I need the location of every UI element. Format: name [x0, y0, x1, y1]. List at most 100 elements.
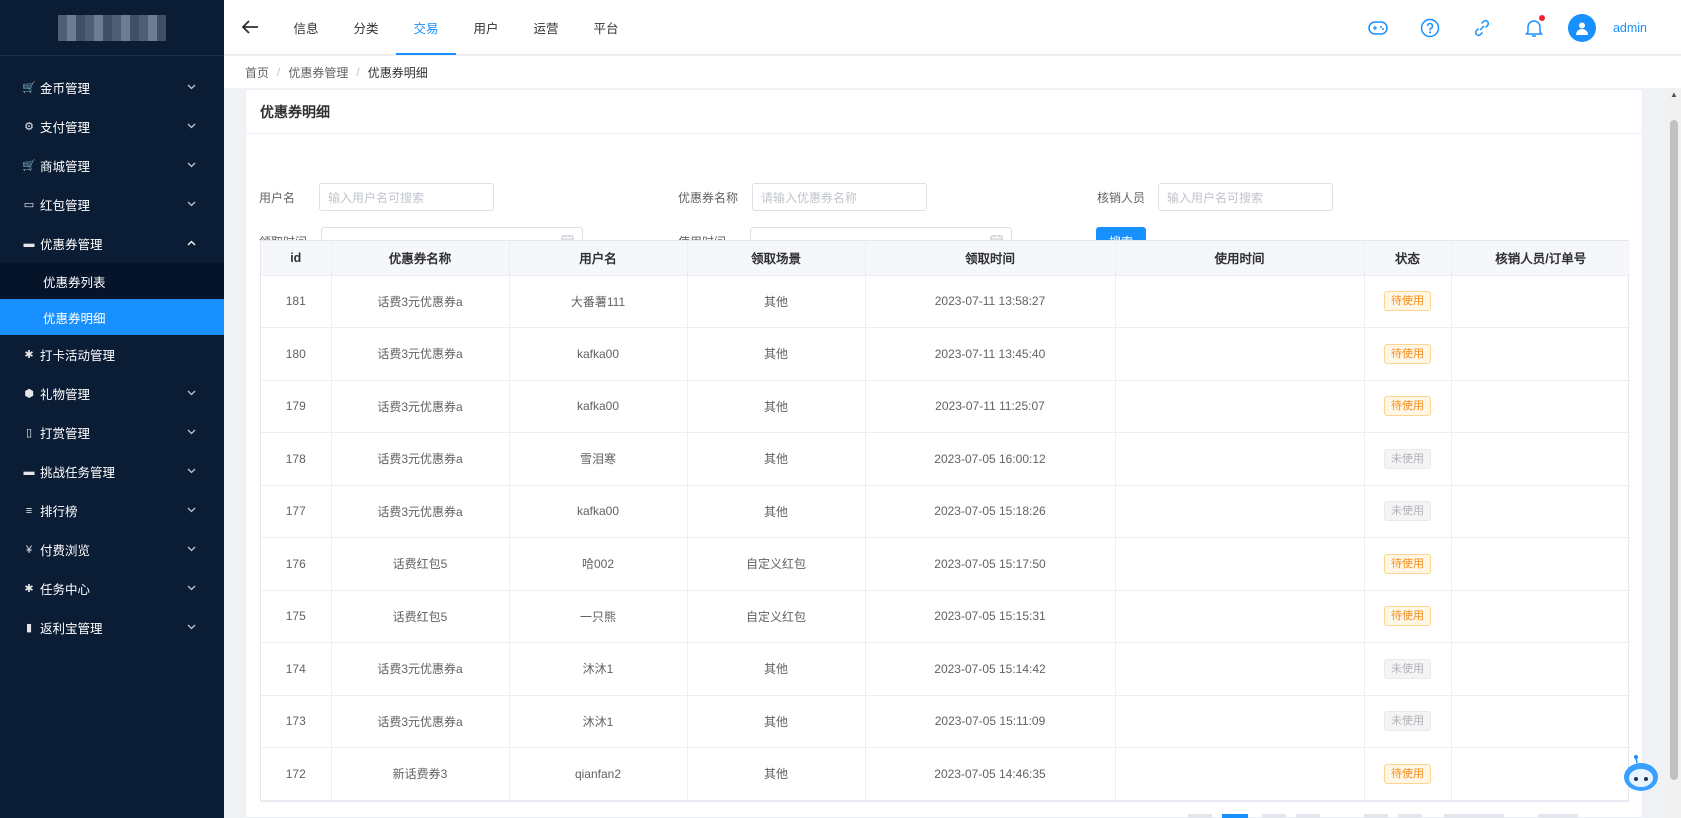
status-badge: 待使用	[1384, 291, 1431, 312]
status-badge: 待使用	[1384, 396, 1431, 417]
table-row[interactable]: 175 话费红包5 一只熊 自定义红包 2023-07-05 15:15:31 待使用	[261, 590, 1630, 643]
scrollbar-thumb[interactable]	[1670, 120, 1678, 780]
top-nav-tabs: 信息 分类 交易 用户 运营 平台	[276, 0, 636, 55]
cell-use-time	[1115, 432, 1365, 486]
tab-1[interactable]: 分类	[336, 0, 396, 55]
status-badge: 待使用	[1384, 553, 1431, 574]
table-row[interactable]: 172 新话费券3 qianfan2 其他 2023-07-05 14:46:35 待使用	[261, 747, 1630, 801]
breadcrumb-coupon-management[interactable]: 优惠券管理	[288, 64, 348, 81]
pagination-item[interactable]	[1188, 814, 1212, 818]
cell-id: 175	[261, 590, 332, 643]
username-placeholder: 输入用户名可搜索	[328, 190, 425, 205]
table-body: 181 话费3元优惠券a 大番薯111 其他 2023-07-11 13:58:27 待使…	[261, 275, 1630, 801]
chevron-down-icon	[187, 199, 196, 210]
breadcrumb-separator: /	[277, 65, 281, 79]
bell-icon[interactable]	[1508, 14, 1560, 38]
coupon-name-input[interactable]: 请输入优惠券名称	[752, 183, 927, 211]
pagination-item-active[interactable]	[1222, 814, 1248, 818]
robot-assistant-icon[interactable]	[1620, 753, 1662, 795]
cell-user: 沐沐1	[509, 695, 688, 748]
status-badge: 待使用	[1384, 606, 1431, 627]
cell-claim-time: 2023-07-11 11:25:07	[865, 380, 1116, 433]
asterisk-icon: ✱	[24, 349, 34, 361]
cart-icon: 🛒	[22, 160, 36, 172]
tab-0[interactable]: 信息	[276, 0, 336, 55]
table-row[interactable]: 174 话费3元优惠券a 沐沐1 其他 2023-07-05 15:14:42 未使用	[261, 642, 1630, 696]
table-row[interactable]: 176 话费红包5 哈002 自定义红包 2023-07-05 15:17:50 待使用	[261, 537, 1630, 591]
sidebar-item-b3[interactable]: ▬ 挑战任务管理	[0, 452, 224, 491]
chevron-down-icon	[187, 466, 196, 477]
breadcrumb-current: 优惠券明细	[367, 65, 428, 80]
sidebar-subitem-1[interactable]: 优惠券明细	[0, 299, 224, 335]
pagination-item[interactable]	[1364, 814, 1388, 818]
cell-claim-time: 2023-07-11 13:45:40	[865, 327, 1116, 381]
cell-user: kafka00	[509, 380, 688, 433]
breadcrumb-home[interactable]: 首页	[245, 64, 269, 81]
column-header: 使用时间	[1115, 241, 1365, 276]
sidebar-item-b0[interactable]: ✱ 打卡活动管理	[0, 335, 224, 374]
column-header: 领取场景	[687, 241, 866, 276]
page-scrollbar[interactable]: ▲	[1667, 88, 1681, 818]
cell-id: 172	[261, 747, 332, 801]
sidebar-item-a1[interactable]: ⚙ 支付管理	[0, 107, 224, 146]
cell-id: 173	[261, 695, 332, 748]
cell-status: 待使用	[1364, 380, 1452, 433]
sidebar-item-b6[interactable]: ✱ 任务中心	[0, 569, 224, 608]
status-badge: 未使用	[1384, 501, 1431, 522]
cell-scene: 其他	[687, 380, 866, 433]
tab-4[interactable]: 运营	[516, 0, 576, 55]
cell-use-time	[1115, 642, 1365, 696]
gamepad-icon[interactable]	[1352, 20, 1404, 35]
cell-claim-time: 2023-07-05 15:17:50	[865, 537, 1116, 591]
cell-verifier	[1451, 642, 1630, 696]
scroll-up-arrow[interactable]: ▲	[1667, 88, 1681, 102]
column-header: id	[261, 241, 332, 276]
pagination-item[interactable]	[1538, 814, 1578, 818]
cell-status: 未使用	[1364, 642, 1452, 696]
table-row[interactable]: 179 话费3元优惠券a kafka00 其他 2023-07-11 11:25:07 待…	[261, 380, 1630, 433]
help-icon[interactable]	[1404, 18, 1456, 38]
sidebar-item-b1[interactable]: ⬢ 礼物管理	[0, 374, 224, 413]
user-name[interactable]: admin	[1613, 21, 1647, 35]
sidebar-item-b7[interactable]: ▮ 返利宝管理	[0, 608, 224, 647]
verifier-input[interactable]: 输入用户名可搜索	[1158, 183, 1333, 211]
table-row[interactable]: 180 话费3元优惠券a kafka00 其他 2023-07-11 13:45:40 待…	[261, 327, 1630, 381]
sidebar-item-b5[interactable]: ¥ 付费浏览	[0, 530, 224, 569]
logo	[0, 0, 224, 56]
table-row[interactable]: 173 话费3元优惠券a 沐沐1 其他 2023-07-05 15:11:09 未使用	[261, 695, 1630, 748]
sidebar-item-a4[interactable]: ▬ 优惠券管理	[0, 224, 224, 263]
sidebar-item-a0[interactable]: 🛒 金币管理	[0, 68, 224, 107]
pagination-item[interactable]	[1262, 814, 1286, 818]
cell-user: 哈002	[509, 537, 688, 591]
tab-5[interactable]: 平台	[576, 0, 636, 55]
sidebar-item-label: 任务中心	[40, 583, 91, 597]
pagination-item[interactable]	[1444, 814, 1504, 818]
sidebar-item-a3[interactable]: ▭ 红包管理	[0, 185, 224, 224]
sidebar-item-b2[interactable]: ▯ 打赏管理	[0, 413, 224, 452]
link-icon[interactable]	[1456, 18, 1508, 38]
tab-3[interactable]: 用户	[456, 0, 516, 55]
gift-icon: ▭	[23, 199, 35, 211]
sidebar-item-a2[interactable]: 🛒 商城管理	[0, 146, 224, 185]
avatar[interactable]	[1567, 13, 1596, 42]
top-right-tools: admin	[1352, 0, 1647, 55]
yen-icon: ¥	[25, 543, 33, 556]
pagination-item[interactable]	[1296, 814, 1320, 818]
sidebar-item-b4[interactable]: ≡ 排行榜	[0, 491, 224, 530]
pagination-item[interactable]	[1398, 814, 1422, 818]
back-arrow-icon[interactable]	[224, 0, 276, 55]
cell-scene: 其他	[687, 432, 866, 486]
username-input[interactable]: 输入用户名可搜索	[319, 183, 494, 211]
table-row[interactable]: 177 话费3元优惠券a kafka00 其他 2023-07-05 15:18:26 未…	[261, 485, 1630, 538]
sidebar-subitem-0[interactable]: 优惠券列表	[0, 263, 224, 299]
cell-scene: 其他	[687, 642, 866, 696]
cell-user: 沐沐1	[509, 642, 688, 696]
cell-id: 174	[261, 642, 332, 696]
cell-scene: 其他	[687, 695, 866, 748]
tab-2[interactable]: 交易	[396, 0, 456, 55]
cell-user: kafka00	[509, 485, 688, 538]
table-row[interactable]: 178 话费3元优惠券a 雪泪寒 其他 2023-07-05 16:00:12 未使用	[261, 432, 1630, 486]
table-row[interactable]: 181 话费3元优惠券a 大番薯111 其他 2023-07-11 13:58:27 待使…	[261, 275, 1630, 328]
cell-name: 话费红包5	[331, 537, 510, 591]
cell-name: 新话费券3	[331, 747, 510, 801]
